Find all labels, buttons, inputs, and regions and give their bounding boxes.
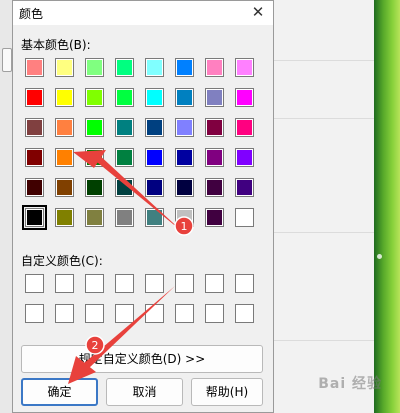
custom-color-swatch[interactable] bbox=[25, 274, 44, 293]
color-swatch[interactable] bbox=[175, 208, 194, 227]
custom-color-swatch[interactable] bbox=[175, 304, 194, 323]
color-swatch[interactable] bbox=[55, 58, 74, 77]
color-swatch[interactable] bbox=[175, 88, 194, 107]
background-checkbox bbox=[2, 48, 12, 72]
custom-color-swatch[interactable] bbox=[85, 304, 104, 323]
color-dialog: 颜色 ✕ 基本颜色(B): 自定义颜色(C): 规定自定义颜色(D) >> 确定… bbox=[12, 0, 274, 413]
custom-color-swatch[interactable] bbox=[205, 304, 224, 323]
color-swatch[interactable] bbox=[85, 88, 104, 107]
color-swatch[interactable] bbox=[205, 88, 224, 107]
color-swatch[interactable] bbox=[175, 148, 194, 167]
color-swatch[interactable] bbox=[175, 178, 194, 197]
basic-colors-label: 基本颜色(B): bbox=[21, 38, 91, 52]
color-swatch[interactable] bbox=[115, 118, 134, 137]
color-swatch[interactable] bbox=[205, 148, 224, 167]
background-dot bbox=[377, 254, 382, 259]
custom-color-swatch[interactable] bbox=[85, 274, 104, 293]
color-swatch[interactable] bbox=[235, 58, 254, 77]
color-swatch[interactable] bbox=[205, 58, 224, 77]
color-swatch[interactable] bbox=[55, 118, 74, 137]
help-button[interactable]: 帮助(H) bbox=[191, 378, 263, 406]
cancel-button[interactable]: 取消 bbox=[106, 378, 183, 406]
color-swatch[interactable] bbox=[145, 148, 164, 167]
background-divider bbox=[274, 340, 374, 341]
custom-color-swatch[interactable] bbox=[115, 274, 134, 293]
custom-colors-label: 自定义颜色(C): bbox=[21, 254, 103, 268]
color-swatch[interactable] bbox=[115, 178, 134, 197]
background-left-panel bbox=[0, 0, 12, 413]
define-custom-colors-button[interactable]: 规定自定义颜色(D) >> bbox=[21, 345, 263, 373]
custom-color-swatch[interactable] bbox=[175, 274, 194, 293]
color-swatch[interactable] bbox=[205, 208, 224, 227]
color-swatch[interactable] bbox=[85, 178, 104, 197]
color-swatch[interactable] bbox=[235, 148, 254, 167]
custom-color-swatch[interactable] bbox=[145, 304, 164, 323]
color-swatch[interactable] bbox=[85, 208, 104, 227]
color-swatch[interactable] bbox=[175, 58, 194, 77]
custom-color-swatch[interactable] bbox=[235, 304, 254, 323]
color-swatch[interactable] bbox=[25, 88, 44, 107]
color-swatch[interactable] bbox=[115, 148, 134, 167]
color-swatch[interactable] bbox=[22, 205, 47, 230]
color-swatch[interactable] bbox=[205, 118, 224, 137]
color-swatch[interactable] bbox=[145, 178, 164, 197]
color-swatch[interactable] bbox=[145, 208, 164, 227]
dialog-title: 颜色 bbox=[19, 7, 44, 21]
color-swatch[interactable] bbox=[235, 208, 254, 227]
custom-color-swatch[interactable] bbox=[55, 304, 74, 323]
color-swatch[interactable] bbox=[175, 118, 194, 137]
color-swatch[interactable] bbox=[55, 148, 74, 167]
background-right-panel bbox=[274, 0, 374, 413]
color-swatch[interactable] bbox=[25, 178, 44, 197]
background-divider bbox=[274, 232, 374, 233]
background-divider bbox=[274, 60, 374, 61]
color-swatch[interactable] bbox=[25, 118, 44, 137]
color-swatch[interactable] bbox=[235, 178, 254, 197]
title-bar: 颜色 ✕ bbox=[13, 1, 273, 25]
color-swatch[interactable] bbox=[25, 148, 44, 167]
close-icon[interactable]: ✕ bbox=[249, 3, 267, 21]
watermark: Bai 经验 bbox=[318, 376, 382, 392]
color-swatch[interactable] bbox=[85, 148, 104, 167]
color-swatch[interactable] bbox=[235, 118, 254, 137]
color-swatch[interactable] bbox=[85, 118, 104, 137]
color-swatch[interactable] bbox=[145, 88, 164, 107]
custom-color-swatch[interactable] bbox=[115, 304, 134, 323]
custom-color-swatch[interactable] bbox=[205, 274, 224, 293]
color-swatch[interactable] bbox=[55, 208, 74, 227]
custom-color-swatch[interactable] bbox=[25, 304, 44, 323]
custom-color-swatch[interactable] bbox=[145, 274, 164, 293]
color-swatch[interactable] bbox=[235, 88, 254, 107]
color-swatch[interactable] bbox=[145, 118, 164, 137]
color-swatch[interactable] bbox=[205, 178, 224, 197]
color-swatch[interactable] bbox=[25, 58, 44, 77]
background-divider bbox=[274, 118, 374, 119]
color-swatch[interactable] bbox=[85, 58, 104, 77]
color-swatch[interactable] bbox=[115, 88, 134, 107]
color-swatch[interactable] bbox=[55, 88, 74, 107]
ok-button[interactable]: 确定 bbox=[21, 378, 98, 406]
color-swatch[interactable] bbox=[115, 208, 134, 227]
custom-color-swatch[interactable] bbox=[55, 274, 74, 293]
custom-color-swatch[interactable] bbox=[235, 274, 254, 293]
color-swatch[interactable] bbox=[55, 178, 74, 197]
color-swatch[interactable] bbox=[145, 58, 164, 77]
background-green-strip bbox=[374, 0, 400, 413]
color-swatch[interactable] bbox=[115, 58, 134, 77]
